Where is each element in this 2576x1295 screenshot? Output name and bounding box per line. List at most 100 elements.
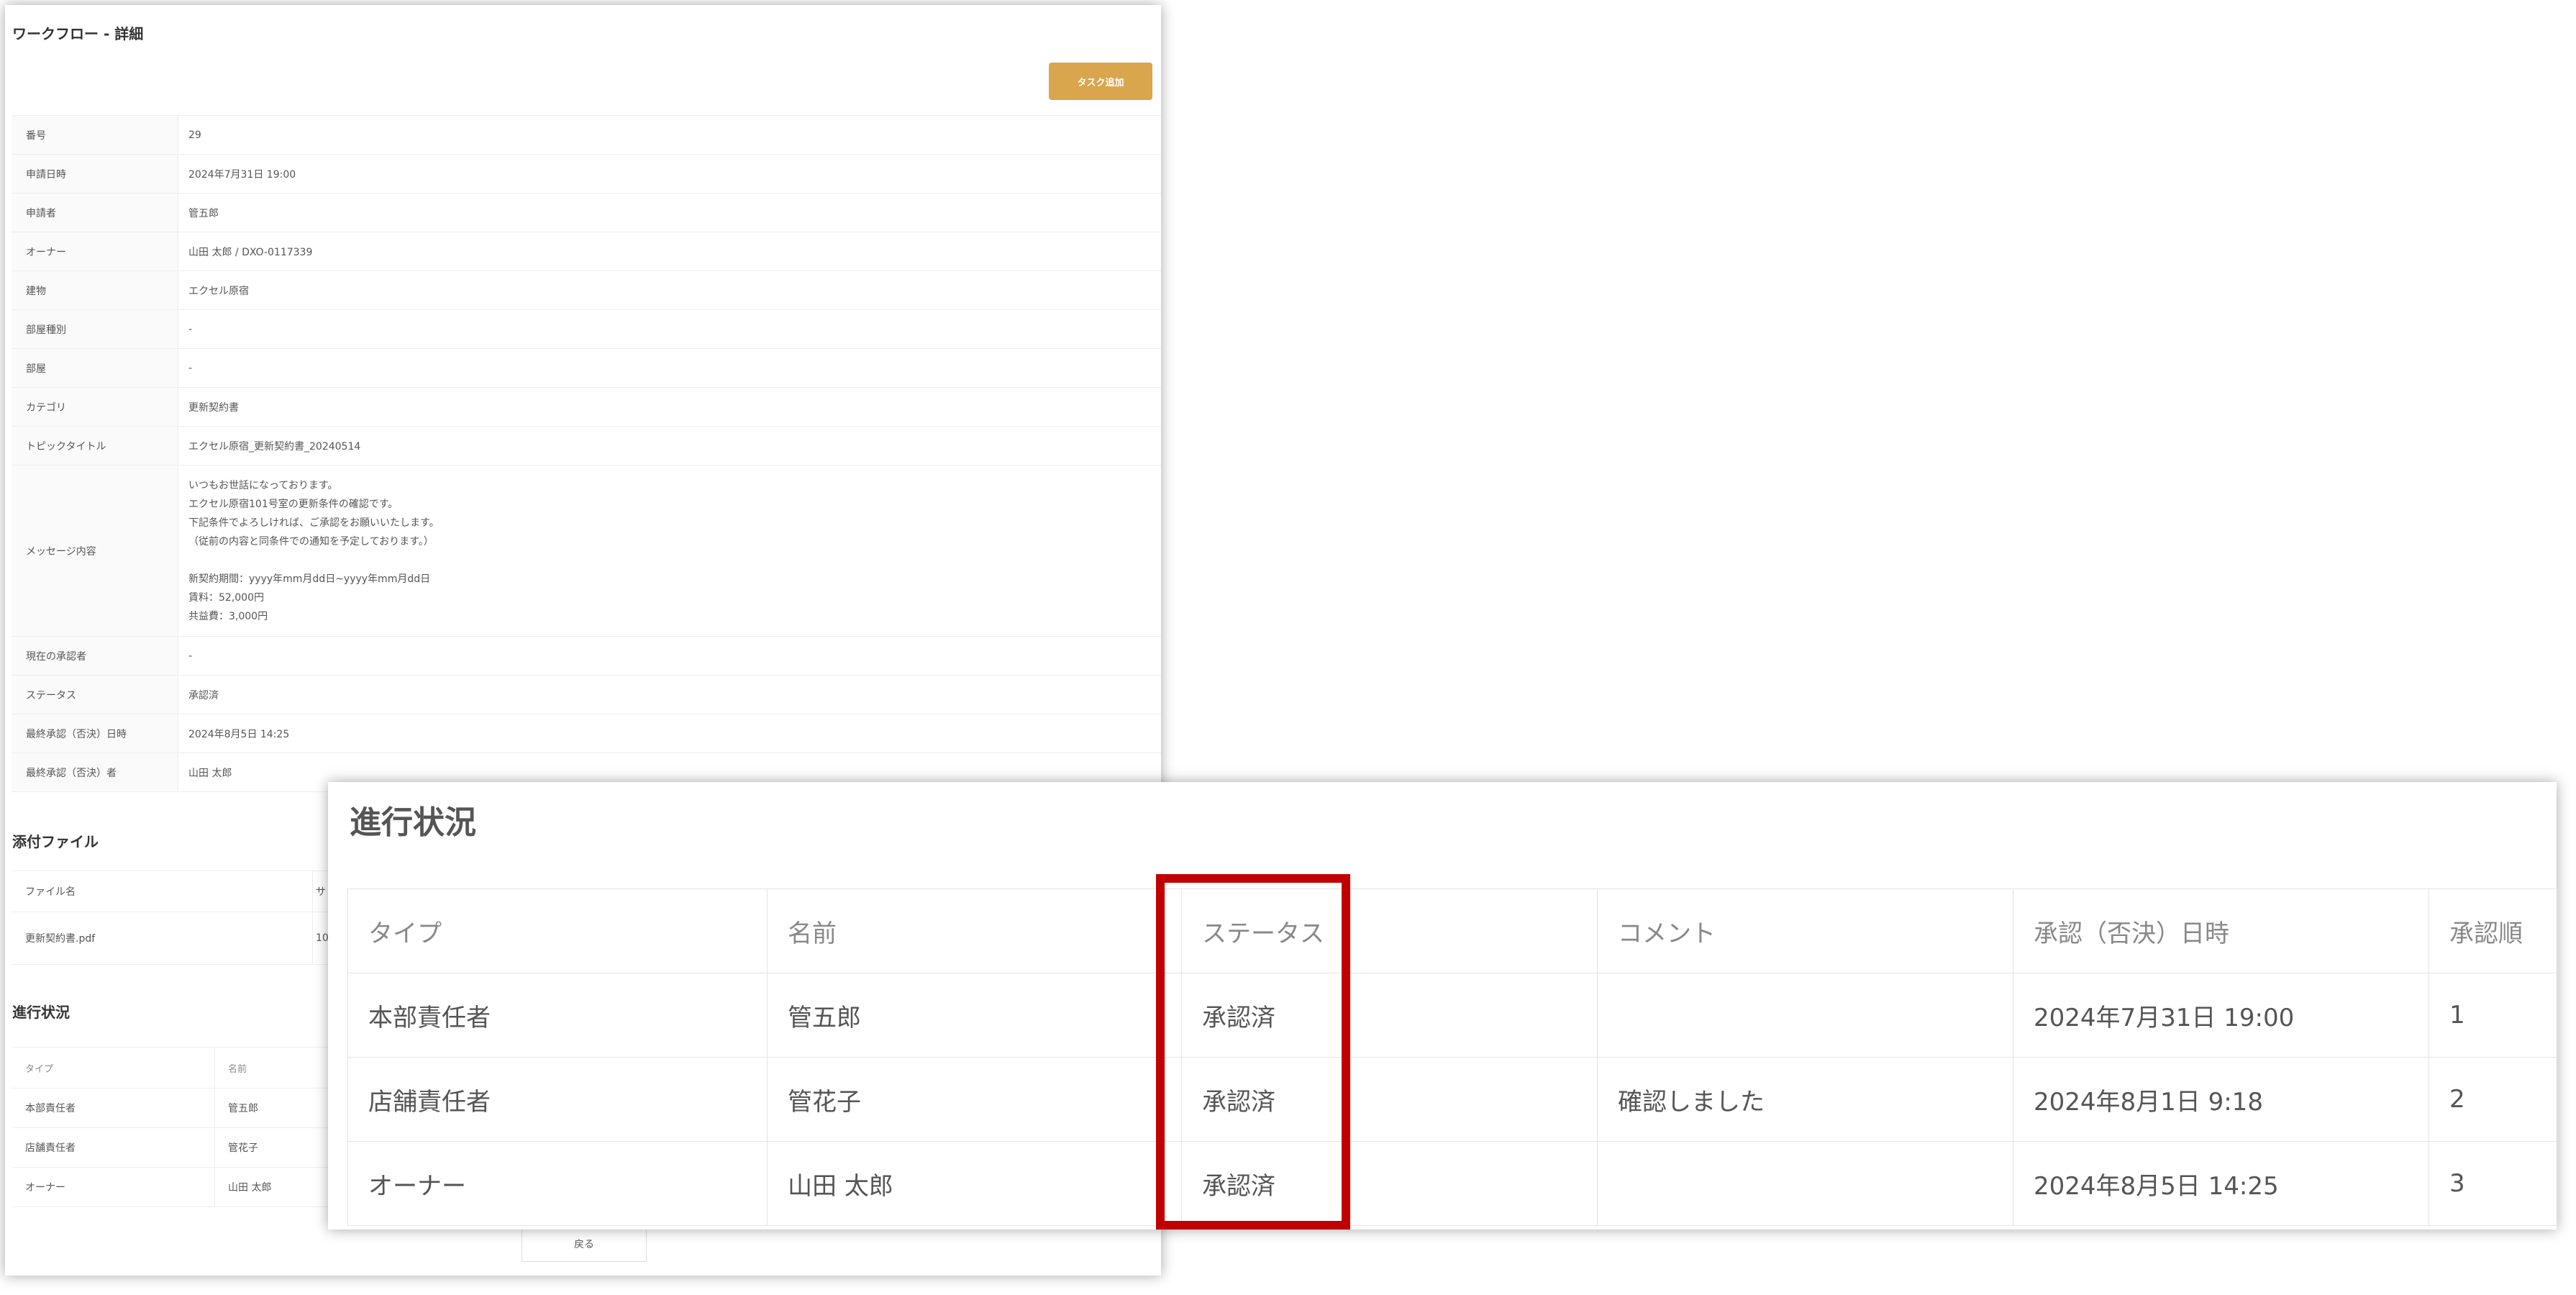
name-cell: 山田 太郎	[768, 1142, 1182, 1225]
detail-value: 承認済	[188, 689, 219, 701]
detail-row: 申請者 管五郎	[12, 194, 1161, 232]
detail-label: 申請者	[12, 194, 178, 232]
name-cell: 管五郎	[768, 973, 1182, 1057]
header-order: 承認順	[2449, 919, 2523, 948]
detail-label: カテゴリ	[12, 388, 178, 426]
detail-label: 現在の承認者	[12, 637, 178, 675]
order-cell: 1	[2449, 1001, 2465, 1030]
status-cell: 承認済	[1182, 1058, 1598, 1141]
col-type: タイプ	[12, 1048, 215, 1088]
col-file-name: ファイル名	[12, 871, 313, 912]
detail-label: 建物	[12, 271, 178, 309]
message-line: 新契約期間：yyyy年mm月dd日~yyyy年mm月dd日	[188, 573, 431, 585]
progress-row: 本部責任者 管五郎 承認済 2024年7月31日 19:00 1	[348, 973, 2557, 1058]
progress-small-table: タイプ 名前 本部責任者 管五郎 店舗責任者 管花子 オーナー 山田 太郎	[12, 1047, 336, 1207]
detail-value: 2024年7月31日 19:00	[188, 168, 296, 181]
order-cell: 2	[2449, 1085, 2465, 1114]
comment-cell	[1598, 973, 2013, 1057]
detail-row: 申請日時 2024年7月31日 19:00	[12, 155, 1161, 194]
detail-label: 部屋種別	[12, 310, 178, 348]
order-cell: 3	[2449, 1169, 2465, 1198]
detail-label: 番号	[12, 116, 178, 154]
header-status: ステータス	[1182, 889, 1598, 973]
back-button[interactable]: 戻る	[522, 1226, 647, 1262]
datetime-cell: 2024年8月1日 9:18	[2013, 1058, 2429, 1141]
type-cell: オーナー	[348, 1142, 768, 1225]
progress-row: オーナー 山田 太郎 承認済 2024年8月5日 14:25 3	[348, 1142, 2557, 1225]
detail-value: エクセル原宿_更新契約書_20240514	[188, 440, 361, 453]
detail-row: 最終承認（否決）日時 2024年8月5日 14:25	[12, 714, 1161, 753]
message-body: いつもお世話になっております。 エクセル原宿101号室の更新条件の確認です。 下…	[178, 465, 1161, 636]
header-type: タイプ	[348, 889, 768, 973]
attachments-row: 更新契約書.pdf 104	[12, 912, 336, 965]
message-line: エクセル原宿101号室の更新条件の確認です。	[188, 498, 399, 510]
detail-row: トピックタイトル エクセル原宿_更新契約書_20240514	[12, 427, 1161, 465]
detail-value: -	[188, 362, 193, 374]
type-cell: オーナー	[12, 1168, 215, 1207]
detail-value: -	[188, 323, 193, 335]
message-line: 下記条件でよろしければ、ご承認をお願いいたします。	[188, 517, 440, 529]
type-cell: 本部責任者	[12, 1089, 215, 1127]
detail-value: 管五郎	[188, 207, 219, 219]
detail-row: 現在の承認者 -	[12, 637, 1161, 676]
detail-value: エクセル原宿	[188, 285, 249, 297]
detail-table: 番号 29 申請日時 2024年7月31日 19:00 申請者 管五郎 オーナー…	[12, 115, 1161, 792]
detail-label: 部屋	[12, 349, 178, 387]
detail-row: 部屋種別 -	[12, 310, 1161, 349]
detail-row: 部屋 -	[12, 349, 1161, 388]
progress-small-row: 本部責任者 管五郎	[12, 1089, 336, 1128]
detail-value: 2024年8月5日 14:25	[188, 728, 290, 740]
detail-label: 最終承認（否決）者	[12, 753, 178, 791]
comment-cell	[1598, 1142, 2013, 1225]
attachments-header-row: ファイル名 サ	[12, 871, 336, 912]
progress-small-row: 店舗責任者 管花子	[12, 1128, 336, 1168]
status-cell: 承認済	[1182, 1142, 1598, 1225]
message-line: 共益費：3,000円	[188, 610, 268, 622]
type-cell: 本部責任者	[348, 973, 768, 1057]
detail-row-message: メッセージ内容 いつもお世話になっております。 エクセル原宿101号室の更新条件…	[12, 465, 1161, 637]
status-cell: 承認済	[1182, 973, 1598, 1057]
message-line: （従前の内容と同条件での通知を予定しております。）	[188, 535, 434, 547]
detail-row: 建物 エクセル原宿	[12, 271, 1161, 310]
detail-value: 29	[188, 129, 201, 141]
detail-label: 申請日時	[12, 155, 178, 193]
file-name-link[interactable]: 更新契約書.pdf	[12, 912, 313, 964]
attachments-heading: 添付ファイル	[12, 833, 99, 850]
name-cell: 管五郎	[228, 1103, 258, 1114]
detail-row: カテゴリ 更新契約書	[12, 388, 1161, 427]
detail-value: 山田 太郎 / DXO-0117339	[188, 246, 313, 258]
attachments-table: ファイル名 サ 更新契約書.pdf 104	[12, 871, 336, 965]
type-cell: 店舗責任者	[12, 1128, 215, 1167]
progress-zoom-panel: 進行状況 タイプ 名前 ステータス コメント 承認（否決）日時 承認順 本部責任…	[328, 782, 2558, 1230]
progress-small-row: オーナー 山田 太郎	[12, 1168, 336, 1207]
page-title: ワークフロー - 詳細	[12, 25, 144, 42]
name-cell: 山田 太郎	[228, 1182, 272, 1194]
message-line: いつもお世話になっております。	[188, 479, 338, 491]
detail-row: オーナー 山田 太郎 / DXO-0117339	[12, 232, 1161, 271]
detail-value: 更新契約書	[188, 401, 239, 414]
progress-row: 店舗責任者 管花子 承認済 確認しました 2024年8月1日 9:18 2	[348, 1058, 2557, 1142]
detail-label: オーナー	[12, 232, 178, 271]
detail-row: ステータス 承認済	[12, 676, 1161, 714]
col-name: 名前	[228, 1063, 247, 1075]
add-task-button[interactable]: タスク追加	[1049, 63, 1152, 100]
detail-label: ステータス	[12, 676, 178, 714]
name-cell: 管花子	[768, 1058, 1182, 1141]
detail-label: トピックタイトル	[12, 427, 178, 465]
detail-value: -	[188, 650, 193, 662]
progress-header-row: タイプ 名前 ステータス コメント 承認（否決）日時 承認順	[348, 889, 2557, 973]
detail-label: 最終承認（否決）日時	[12, 714, 178, 753]
header-comment: コメント	[1598, 889, 2013, 973]
name-cell: 管花子	[228, 1142, 258, 1154]
comment-cell: 確認しました	[1598, 1058, 2013, 1141]
datetime-cell: 2024年7月31日 19:00	[2013, 973, 2429, 1057]
detail-label: メッセージ内容	[12, 465, 178, 636]
datetime-cell: 2024年8月5日 14:25	[2013, 1142, 2429, 1225]
progress-heading: 進行状況	[12, 1004, 70, 1021]
progress-table: タイプ 名前 ステータス コメント 承認（否決）日時 承認順 本部責任者 管五郎…	[347, 889, 2558, 1226]
detail-row: 番号 29	[12, 116, 1161, 155]
type-cell: 店舗責任者	[348, 1058, 768, 1141]
progress-title: 進行状況	[350, 804, 476, 841]
progress-small-header: タイプ 名前	[12, 1048, 336, 1089]
header-name: 名前	[768, 889, 1182, 973]
